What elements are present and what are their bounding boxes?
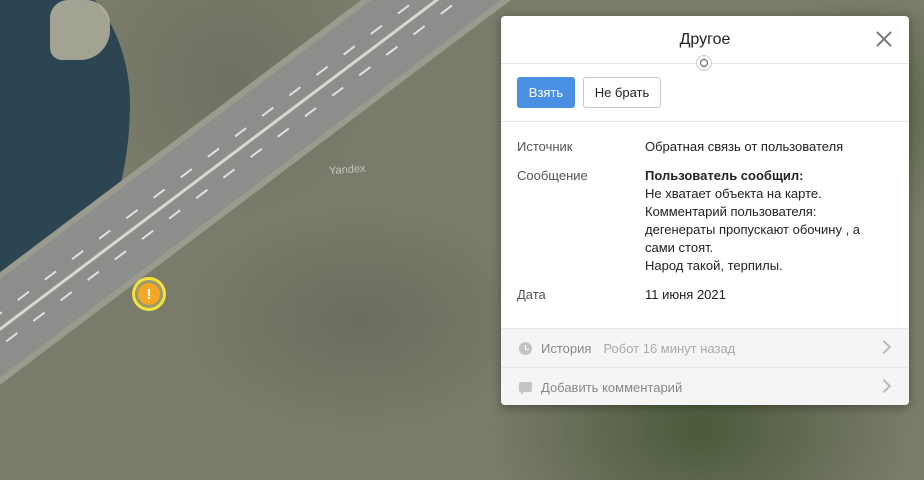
source-label: Источник	[517, 139, 573, 154]
map-watermark: Yandex	[328, 162, 366, 178]
action-bar: Взять Не брать	[501, 64, 909, 122]
warning-marker[interactable]: !	[132, 277, 166, 311]
message-title: Пользователь сообщил:	[645, 168, 804, 183]
date-label: Дата	[517, 287, 546, 302]
skip-button[interactable]: Не брать	[583, 77, 661, 108]
date-value: 11 июня 2021	[645, 287, 726, 302]
source-value: Обратная связь от пользователя	[645, 139, 844, 154]
source-row: Источник Обратная связь от пользователя	[501, 138, 909, 156]
sand-area	[50, 0, 110, 60]
message-value: Пользователь сообщил: Не хватает объекта…	[645, 167, 880, 275]
chevron-right-icon	[876, 378, 892, 394]
add-comment-row[interactable]: Добавить комментарий	[501, 367, 909, 405]
chevron-right-icon	[876, 339, 892, 355]
message-line: Народ такой, терпилы.	[645, 258, 783, 273]
date-row: Дата 11 июня 2021	[501, 286, 909, 304]
details: Источник Обратная связь от пользователя …	[501, 122, 909, 304]
add-comment-link[interactable]: Добавить комментарий	[541, 380, 682, 395]
message-line: Не хватает объекта на карте.	[645, 186, 822, 201]
panel-title: Другое	[679, 31, 731, 48]
history-row[interactable]: История Робот 16 минут назад	[501, 328, 909, 367]
message-line: дегенераты пропускают обочину , а сами с…	[645, 222, 861, 255]
history-link[interactable]: История	[541, 341, 591, 356]
history-meta: Робот 16 минут назад	[603, 340, 736, 356]
feedback-panel: Другое Взять Не брать Источник Обратная …	[501, 16, 909, 405]
message-row: Сообщение Пользователь сообщил: Не хвата…	[501, 167, 909, 275]
comment-icon	[517, 382, 533, 395]
message-line: Комментарий пользователя:	[645, 204, 817, 219]
close-icon[interactable]	[875, 30, 893, 48]
clock-icon	[517, 341, 533, 355]
message-label: Сообщение	[517, 168, 588, 183]
panel-header: Другое	[501, 16, 909, 71]
exclamation-icon: !	[138, 283, 160, 305]
take-button[interactable]: Взять	[517, 77, 575, 108]
